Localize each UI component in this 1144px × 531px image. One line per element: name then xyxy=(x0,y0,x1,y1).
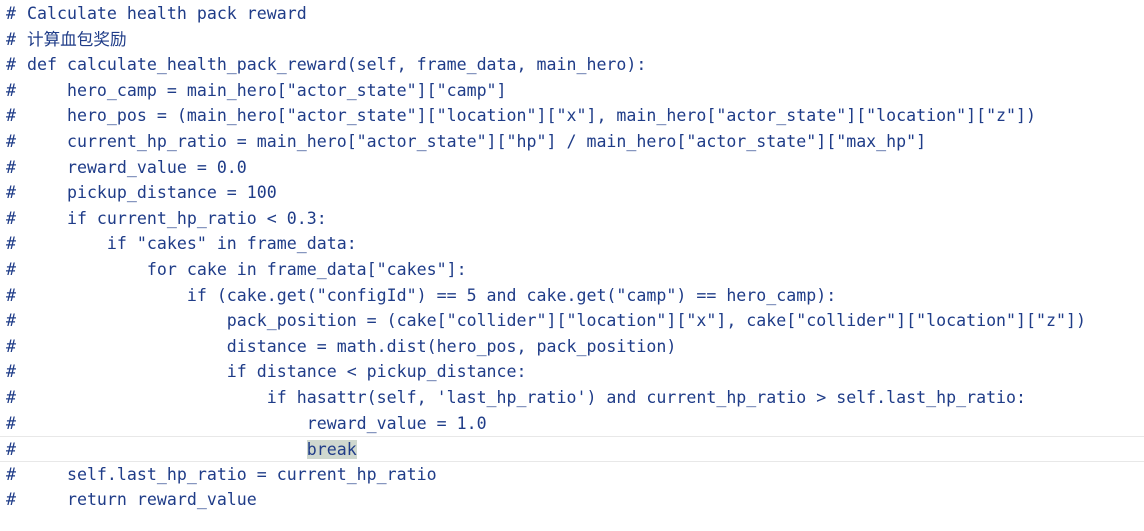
code-line[interactable]: # for cake in frame_data["cakes"]: xyxy=(0,257,1144,283)
comment-marker: # xyxy=(6,157,16,177)
code-line[interactable]: # hero_pos = (main_hero["actor_state"]["… xyxy=(0,103,1144,129)
code-line[interactable]: # if hasattr(self, 'last_hp_ratio') and … xyxy=(0,385,1144,411)
code-line[interactable]: # if "cakes" in frame_data: xyxy=(0,231,1144,257)
code-text: if (cake.get("configId") == 5 and cake.g… xyxy=(27,285,837,305)
code-text: pack_position = (cake["collider"]["locat… xyxy=(27,311,1086,331)
code-text: hero_camp = main_hero["actor_state"]["ca… xyxy=(27,80,507,100)
code-editor[interactable]: # Calculate health pack reward # 计算血包奖励 # def… xyxy=(0,0,1144,531)
code-text: break xyxy=(27,437,357,463)
code-text: hero_pos = (main_hero["actor_state"]["lo… xyxy=(27,106,1037,126)
code-text: if hasattr(self, 'last_hp_ratio') and cu… xyxy=(27,388,1027,407)
comment-marker: # xyxy=(6,336,16,356)
code-text: for cake in frame_data["cakes"]: xyxy=(27,260,467,279)
code-line[interactable]: # distance = math.dist(hero_pos, pack_po… xyxy=(0,334,1144,360)
code-text: current_hp_ratio = main_hero["actor_stat… xyxy=(27,132,927,151)
code-text: if distance < pickup_distance: xyxy=(27,362,527,382)
code-line[interactable]: # hero_camp = main_hero["actor_state"]["… xyxy=(0,78,1144,104)
comment-marker: # xyxy=(6,234,16,254)
comment-marker: # xyxy=(6,362,16,382)
code-line[interactable]: # reward_value = 0.0 xyxy=(0,155,1144,181)
comment-marker: # xyxy=(6,260,16,279)
comment-marker: # xyxy=(6,208,16,228)
code-text: Calculate health pack reward xyxy=(27,4,307,23)
code-line[interactable]: # reward_value = 1.0 xyxy=(0,411,1144,437)
code-text: return reward_value xyxy=(27,490,257,510)
code-line[interactable]: # break xyxy=(0,436,1144,462)
code-text: def calculate_health_pack_reward(self, f… xyxy=(27,55,647,75)
comment-marker: # xyxy=(6,311,16,331)
code-line[interactable]: # Calculate health pack reward xyxy=(0,1,1144,27)
code-line[interactable]: # self.last_hp_ratio = current_hp_ratio xyxy=(0,462,1144,488)
code-text: reward_value = 1.0 xyxy=(27,413,487,433)
code-text: pickup_distance = 100 xyxy=(27,183,277,203)
comment-marker: # xyxy=(6,80,16,100)
code-text: reward_value = 0.0 xyxy=(27,157,247,177)
code-text: if "cakes" in frame_data: xyxy=(27,234,357,254)
code-text: distance = math.dist(hero_pos, pack_posi… xyxy=(27,336,677,356)
comment-marker: # xyxy=(6,106,16,126)
comment-marker: # xyxy=(6,388,16,407)
code-line[interactable]: # return reward_value xyxy=(0,487,1144,513)
code-line[interactable]: # 计算血包奖励 xyxy=(0,27,1144,53)
comment-marker: # xyxy=(6,440,16,460)
comment-marker: # xyxy=(6,55,16,75)
comment-marker: # xyxy=(6,413,16,433)
code-line[interactable]: # if distance < pickup_distance: xyxy=(0,359,1144,385)
comment-marker: # xyxy=(6,464,16,484)
comment-marker: # xyxy=(6,132,16,151)
comment-marker: # xyxy=(6,490,16,510)
comment-marker: # xyxy=(6,285,16,305)
comment-marker: # xyxy=(6,183,16,203)
code-text: self.last_hp_ratio = current_hp_ratio xyxy=(27,464,437,484)
comment-marker: # xyxy=(6,4,16,23)
code-text: if current_hp_ratio < 0.3: xyxy=(27,208,327,228)
selected-text[interactable]: break xyxy=(306,440,357,460)
code-line[interactable]: # current_hp_ratio = main_hero["actor_st… xyxy=(0,129,1144,155)
code-line[interactable]: # pickup_distance = 100 xyxy=(0,180,1144,206)
code-text: 计算血包奖励 xyxy=(27,29,127,49)
comment-marker: # xyxy=(6,29,16,49)
code-line[interactable]: # def calculate_health_pack_reward(self, … xyxy=(0,52,1144,78)
code-line[interactable]: # pack_position = (cake["collider"]["loc… xyxy=(0,308,1144,334)
code-line[interactable]: # if (cake.get("configId") == 5 and cake… xyxy=(0,283,1144,309)
code-line[interactable]: # if current_hp_ratio < 0.3: xyxy=(0,206,1144,232)
